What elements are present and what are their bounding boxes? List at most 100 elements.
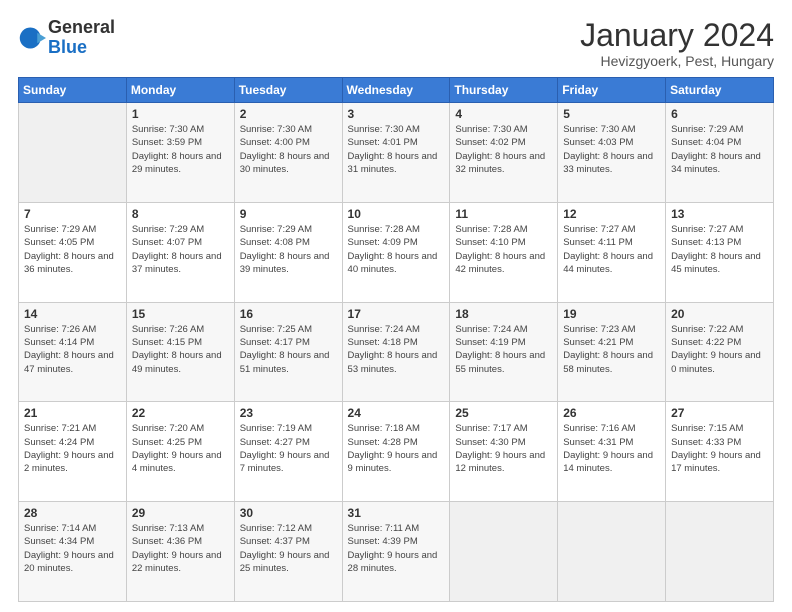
- sunrise-label: Sunrise: 7:19 AM: [240, 423, 312, 434]
- sunrise-label: Sunrise: 7:28 AM: [348, 224, 420, 235]
- day-info: Sunrise: 7:29 AM Sunset: 4:08 PM Dayligh…: [240, 223, 337, 276]
- page: General Blue January 2024 Hevizgyoerk, P…: [0, 0, 792, 612]
- weekday-header: Wednesday: [342, 78, 450, 103]
- daylight-label: Daylight: 9 hours and 7 minutes.: [240, 450, 330, 474]
- weekday-header: Sunday: [19, 78, 127, 103]
- sunrise-label: Sunrise: 7:30 AM: [563, 124, 635, 135]
- sunset-label: Sunset: 4:08 PM: [240, 237, 310, 248]
- day-info: Sunrise: 7:22 AM Sunset: 4:22 PM Dayligh…: [671, 323, 768, 376]
- calendar-cell: [666, 502, 774, 602]
- logo: General Blue: [18, 18, 115, 58]
- sunset-label: Sunset: 4:36 PM: [132, 536, 202, 547]
- day-info: Sunrise: 7:24 AM Sunset: 4:19 PM Dayligh…: [455, 323, 552, 376]
- sunset-label: Sunset: 4:34 PM: [24, 536, 94, 547]
- sunrise-label: Sunrise: 7:26 AM: [24, 324, 96, 335]
- calendar-cell: [450, 502, 558, 602]
- sunrise-label: Sunrise: 7:24 AM: [455, 324, 527, 335]
- sunset-label: Sunset: 4:13 PM: [671, 237, 741, 248]
- calendar-cell: 25 Sunrise: 7:17 AM Sunset: 4:30 PM Dayl…: [450, 402, 558, 502]
- daylight-label: Daylight: 8 hours and 47 minutes.: [24, 350, 114, 374]
- sunset-label: Sunset: 4:18 PM: [348, 337, 418, 348]
- calendar-cell: [558, 502, 666, 602]
- sunrise-label: Sunrise: 7:30 AM: [455, 124, 527, 135]
- daylight-label: Daylight: 9 hours and 28 minutes.: [348, 550, 438, 574]
- day-number: 28: [24, 506, 121, 520]
- sunrise-label: Sunrise: 7:18 AM: [348, 423, 420, 434]
- day-number: 25: [455, 406, 552, 420]
- calendar-week-row: 21 Sunrise: 7:21 AM Sunset: 4:24 PM Dayl…: [19, 402, 774, 502]
- day-number: 22: [132, 406, 229, 420]
- sunrise-label: Sunrise: 7:28 AM: [455, 224, 527, 235]
- day-info: Sunrise: 7:13 AM Sunset: 4:36 PM Dayligh…: [132, 522, 229, 575]
- weekday-header: Friday: [558, 78, 666, 103]
- calendar-cell: [19, 103, 127, 203]
- calendar-cell: 2 Sunrise: 7:30 AM Sunset: 4:00 PM Dayli…: [234, 103, 342, 203]
- calendar-cell: 17 Sunrise: 7:24 AM Sunset: 4:18 PM Dayl…: [342, 302, 450, 402]
- sunrise-label: Sunrise: 7:25 AM: [240, 324, 312, 335]
- sunset-label: Sunset: 4:17 PM: [240, 337, 310, 348]
- calendar: SundayMondayTuesdayWednesdayThursdayFrid…: [18, 77, 774, 602]
- calendar-cell: 26 Sunrise: 7:16 AM Sunset: 4:31 PM Dayl…: [558, 402, 666, 502]
- calendar-week-row: 1 Sunrise: 7:30 AM Sunset: 3:59 PM Dayli…: [19, 103, 774, 203]
- sunset-label: Sunset: 4:37 PM: [240, 536, 310, 547]
- daylight-label: Daylight: 8 hours and 33 minutes.: [563, 151, 653, 175]
- day-number: 26: [563, 406, 660, 420]
- calendar-cell: 13 Sunrise: 7:27 AM Sunset: 4:13 PM Dayl…: [666, 202, 774, 302]
- day-info: Sunrise: 7:28 AM Sunset: 4:10 PM Dayligh…: [455, 223, 552, 276]
- day-info: Sunrise: 7:18 AM Sunset: 4:28 PM Dayligh…: [348, 422, 445, 475]
- daylight-label: Daylight: 8 hours and 37 minutes.: [132, 251, 222, 275]
- day-info: Sunrise: 7:16 AM Sunset: 4:31 PM Dayligh…: [563, 422, 660, 475]
- day-number: 5: [563, 107, 660, 121]
- day-info: Sunrise: 7:19 AM Sunset: 4:27 PM Dayligh…: [240, 422, 337, 475]
- sunset-label: Sunset: 4:21 PM: [563, 337, 633, 348]
- calendar-cell: 6 Sunrise: 7:29 AM Sunset: 4:04 PM Dayli…: [666, 103, 774, 203]
- calendar-cell: 22 Sunrise: 7:20 AM Sunset: 4:25 PM Dayl…: [126, 402, 234, 502]
- day-number: 29: [132, 506, 229, 520]
- calendar-cell: 7 Sunrise: 7:29 AM Sunset: 4:05 PM Dayli…: [19, 202, 127, 302]
- day-info: Sunrise: 7:30 AM Sunset: 4:00 PM Dayligh…: [240, 123, 337, 176]
- day-info: Sunrise: 7:25 AM Sunset: 4:17 PM Dayligh…: [240, 323, 337, 376]
- sunset-label: Sunset: 4:28 PM: [348, 437, 418, 448]
- day-info: Sunrise: 7:17 AM Sunset: 4:30 PM Dayligh…: [455, 422, 552, 475]
- calendar-cell: 1 Sunrise: 7:30 AM Sunset: 3:59 PM Dayli…: [126, 103, 234, 203]
- daylight-label: Daylight: 8 hours and 42 minutes.: [455, 251, 545, 275]
- calendar-cell: 8 Sunrise: 7:29 AM Sunset: 4:07 PM Dayli…: [126, 202, 234, 302]
- daylight-label: Daylight: 9 hours and 22 minutes.: [132, 550, 222, 574]
- calendar-cell: 11 Sunrise: 7:28 AM Sunset: 4:10 PM Dayl…: [450, 202, 558, 302]
- sunrise-label: Sunrise: 7:26 AM: [132, 324, 204, 335]
- daylight-label: Daylight: 8 hours and 29 minutes.: [132, 151, 222, 175]
- day-info: Sunrise: 7:11 AM Sunset: 4:39 PM Dayligh…: [348, 522, 445, 575]
- sunrise-label: Sunrise: 7:21 AM: [24, 423, 96, 434]
- calendar-cell: 9 Sunrise: 7:29 AM Sunset: 4:08 PM Dayli…: [234, 202, 342, 302]
- calendar-cell: 20 Sunrise: 7:22 AM Sunset: 4:22 PM Dayl…: [666, 302, 774, 402]
- daylight-label: Daylight: 9 hours and 2 minutes.: [24, 450, 114, 474]
- sunset-label: Sunset: 4:03 PM: [563, 137, 633, 148]
- daylight-label: Daylight: 8 hours and 36 minutes.: [24, 251, 114, 275]
- daylight-label: Daylight: 8 hours and 32 minutes.: [455, 151, 545, 175]
- day-number: 19: [563, 307, 660, 321]
- day-info: Sunrise: 7:30 AM Sunset: 4:01 PM Dayligh…: [348, 123, 445, 176]
- calendar-cell: 24 Sunrise: 7:18 AM Sunset: 4:28 PM Dayl…: [342, 402, 450, 502]
- sunset-label: Sunset: 4:05 PM: [24, 237, 94, 248]
- daylight-label: Daylight: 9 hours and 9 minutes.: [348, 450, 438, 474]
- day-number: 10: [348, 207, 445, 221]
- day-number: 24: [348, 406, 445, 420]
- logo-blue: Blue: [48, 37, 87, 57]
- calendar-cell: 3 Sunrise: 7:30 AM Sunset: 4:01 PM Dayli…: [342, 103, 450, 203]
- sunset-label: Sunset: 4:07 PM: [132, 237, 202, 248]
- calendar-cell: 19 Sunrise: 7:23 AM Sunset: 4:21 PM Dayl…: [558, 302, 666, 402]
- day-info: Sunrise: 7:27 AM Sunset: 4:11 PM Dayligh…: [563, 223, 660, 276]
- day-info: Sunrise: 7:30 AM Sunset: 4:02 PM Dayligh…: [455, 123, 552, 176]
- sunrise-label: Sunrise: 7:24 AM: [348, 324, 420, 335]
- day-info: Sunrise: 7:29 AM Sunset: 4:05 PM Dayligh…: [24, 223, 121, 276]
- calendar-cell: 10 Sunrise: 7:28 AM Sunset: 4:09 PM Dayl…: [342, 202, 450, 302]
- daylight-label: Daylight: 8 hours and 58 minutes.: [563, 350, 653, 374]
- sunrise-label: Sunrise: 7:29 AM: [671, 124, 743, 135]
- sunset-label: Sunset: 4:19 PM: [455, 337, 525, 348]
- day-number: 20: [671, 307, 768, 321]
- daylight-label: Daylight: 9 hours and 17 minutes.: [671, 450, 761, 474]
- day-number: 30: [240, 506, 337, 520]
- sunrise-label: Sunrise: 7:27 AM: [563, 224, 635, 235]
- sunrise-label: Sunrise: 7:16 AM: [563, 423, 635, 434]
- day-number: 13: [671, 207, 768, 221]
